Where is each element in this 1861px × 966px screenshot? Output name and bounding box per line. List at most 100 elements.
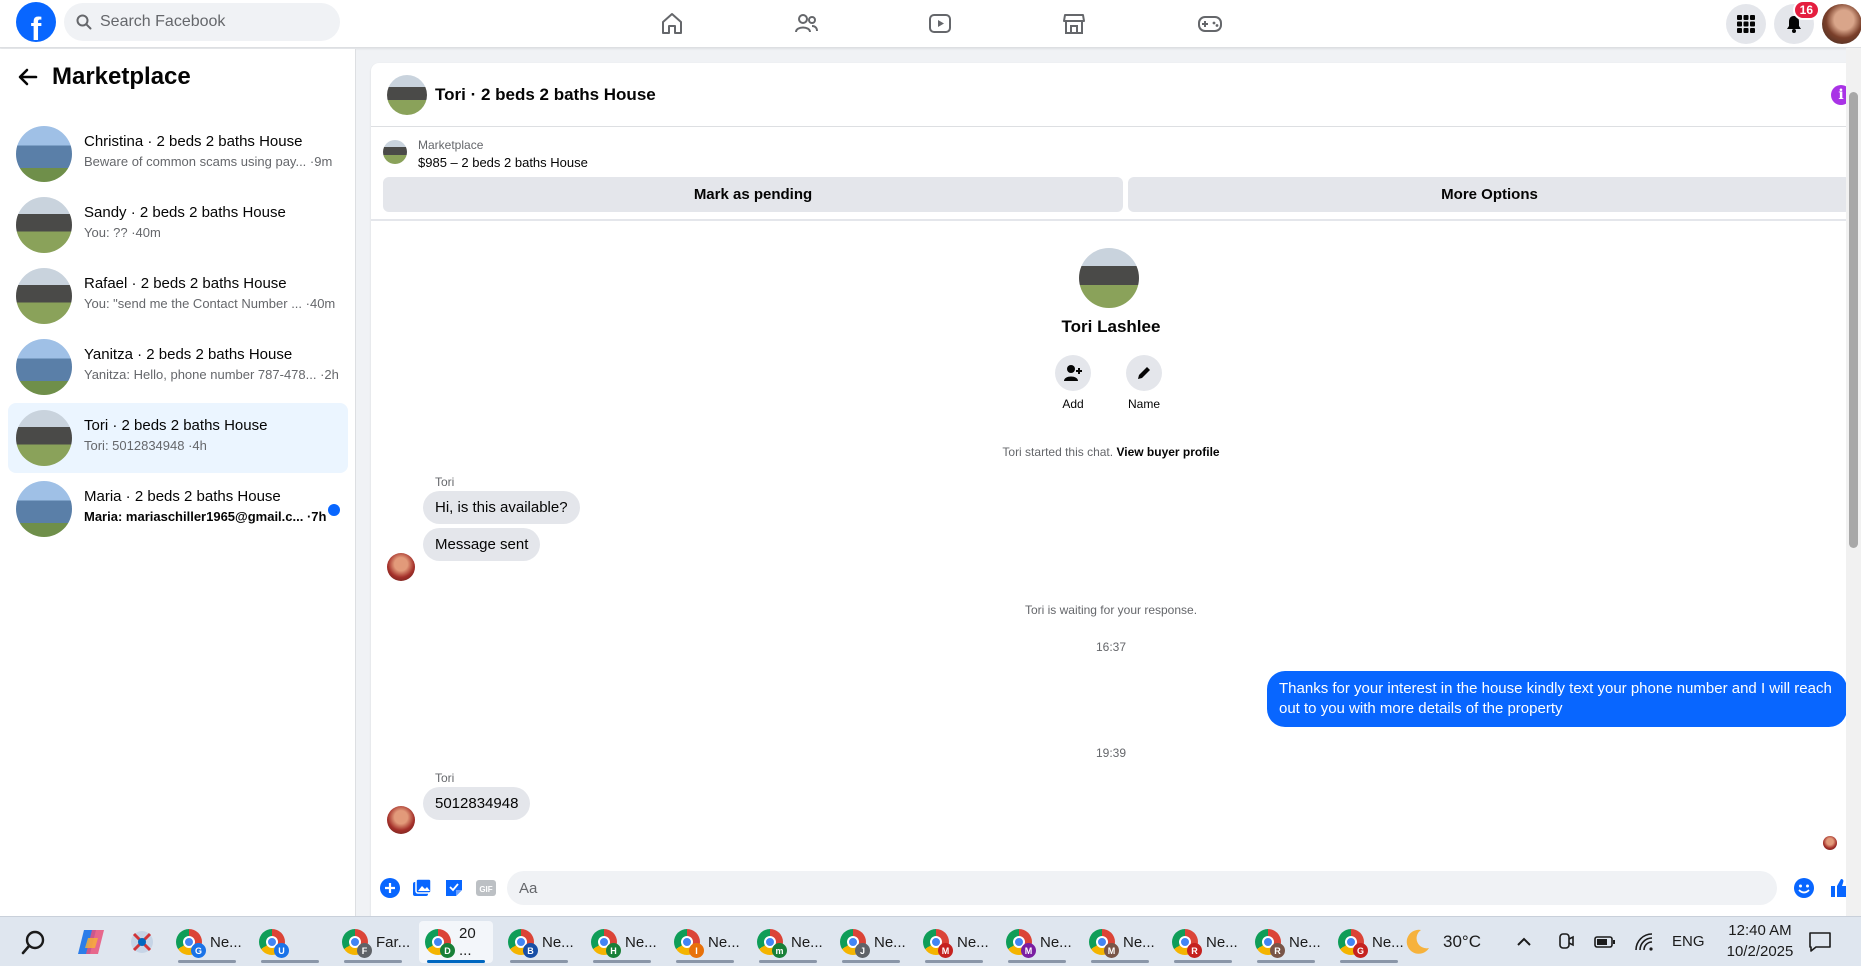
scrollbar-thumb[interactable]	[1849, 92, 1858, 548]
outgoing-message[interactable]: Thanks for your interest in the house ki…	[1267, 671, 1847, 727]
add-friend-action[interactable]: Add	[1033, 355, 1113, 411]
taskbar-chrome-window[interactable]: R Ne...	[1166, 921, 1240, 963]
sidebar-title: Marketplace	[52, 63, 191, 90]
timestamp: 19:39	[1095, 746, 1127, 760]
search-box[interactable]	[64, 3, 340, 41]
nickname-action[interactable]: Name	[1104, 355, 1184, 411]
taskbar-chrome-window[interactable]: D 20 ...	[419, 921, 493, 963]
nav-video[interactable]	[910, 0, 970, 48]
taskbar-chrome-window[interactable]: J Ne...	[834, 921, 908, 963]
profile-badge: R	[1270, 943, 1285, 958]
taskbar-snipping-tool[interactable]	[122, 921, 162, 963]
profile-badge: M	[1021, 943, 1036, 958]
nav-marketplace[interactable]	[1044, 0, 1104, 48]
incoming-message[interactable]: 5012834948	[423, 787, 531, 820]
taskbar-chrome-window[interactable]: G Ne...	[170, 921, 244, 963]
mark-as-pending-button[interactable]: Mark as pending	[383, 177, 1123, 212]
running-indicator	[759, 960, 817, 963]
more-actions-button[interactable]	[379, 877, 401, 899]
windows-taskbar: G Ne... U F Far... D 20 ... B Ne... H Ne... I Ne... m…	[0, 916, 1861, 966]
profile-badge: J	[855, 943, 870, 958]
taskbar-chrome-window[interactable]: H Ne...	[585, 921, 659, 963]
taskbar-chrome-window[interactable]: M Ne...	[1000, 921, 1074, 963]
account-avatar[interactable]	[1822, 4, 1861, 44]
chat-listing-thumbnail[interactable]	[387, 75, 427, 115]
taskbar-search-button[interactable]	[14, 921, 54, 963]
menu-button[interactable]	[1726, 4, 1766, 44]
profile-badge: m	[772, 943, 787, 958]
taskbar-chrome-window[interactable]: F Far...	[336, 921, 410, 963]
listing-source-label: Marketplace	[418, 138, 484, 152]
wifi-icon[interactable]	[1634, 933, 1656, 951]
listing-thumbnail[interactable]	[383, 140, 407, 164]
taskbar-chrome-window[interactable]: I Ne...	[668, 921, 742, 963]
chrome-icon: F	[342, 929, 372, 958]
taskbar-chrome-window[interactable]: m Ne...	[751, 921, 825, 963]
grid-menu-icon	[1737, 15, 1755, 33]
profile-badge: G	[1353, 943, 1368, 958]
home-icon	[662, 13, 682, 34]
nav-gaming[interactable]	[1180, 0, 1240, 48]
gif-icon: GIF	[476, 880, 496, 896]
taskbar-chrome-window[interactable]: M Ne...	[1083, 921, 1157, 963]
running-indicator	[1174, 960, 1232, 963]
notifications-button[interactable]: 16	[1774, 0, 1820, 44]
battery-icon[interactable]	[1594, 933, 1616, 951]
chevron-up-icon[interactable]	[1515, 933, 1533, 951]
chrome-icon: R	[1255, 929, 1285, 958]
sender-avatar[interactable]	[387, 806, 415, 834]
view-buyer-profile-link[interactable]: View buyer profile	[1116, 445, 1219, 459]
taskbar-chrome-window[interactable]: G Ne...	[1332, 921, 1406, 963]
taskbar-chrome-window[interactable]: B Ne...	[502, 921, 576, 963]
waiting-notice: Tori is waiting for your response.	[1024, 603, 1198, 617]
running-indicator	[510, 960, 568, 963]
taskbar-copilot[interactable]	[70, 921, 112, 963]
language-indicator[interactable]: ENG	[1672, 933, 1705, 950]
back-arrow-icon[interactable]	[18, 67, 38, 87]
notification-center-icon[interactable]	[1808, 930, 1832, 954]
buyer-profile-picture[interactable]	[1079, 248, 1139, 308]
snipping-tool-icon	[131, 931, 153, 953]
conversation-listing-thumbnail	[16, 126, 72, 182]
profile-badge: M	[938, 943, 953, 958]
taskbar-chrome-window[interactable]: U	[253, 921, 327, 963]
meet-now-icon[interactable]	[1556, 932, 1576, 952]
facebook-logo-icon[interactable]: f	[16, 2, 56, 42]
message-sender-name: Tori	[435, 771, 455, 785]
taskbar-chrome-window[interactable]: R Ne...	[1249, 921, 1323, 963]
conversation-item[interactable]: Rafael · 2 beds 2 baths House You: "send …	[8, 261, 348, 331]
page-scrollbar[interactable]	[1846, 48, 1861, 916]
plus-circle-icon	[380, 878, 400, 898]
conversation-listing-thumbnail	[16, 410, 72, 466]
marketplace-inbox-sidebar: Marketplace Christina · 2 beds 2 baths H…	[0, 49, 356, 916]
conversation-item[interactable]: Tori · 2 beds 2 baths House Tori: 5012834…	[8, 403, 348, 473]
emoji-button[interactable]	[1793, 877, 1815, 899]
taskbar-chrome-window[interactable]: M Ne...	[917, 921, 991, 963]
conversation-item[interactable]: Sandy · 2 beds 2 baths House You: ?? ·40m	[8, 190, 348, 260]
sticker-button[interactable]	[443, 877, 465, 899]
incoming-message[interactable]: Hi, is this available?	[423, 491, 580, 524]
conversation-preview: You: ?? ·40m	[84, 225, 161, 240]
message-input[interactable]	[507, 871, 1777, 905]
gif-button[interactable]: GIF	[475, 877, 497, 899]
weather-temperature[interactable]: 30°C	[1443, 932, 1481, 952]
attach-photo-button[interactable]	[411, 877, 433, 899]
clock-date[interactable]: 10/2/2025	[1720, 943, 1800, 960]
listing-price-title[interactable]: $985 – 2 beds 2 baths House	[418, 155, 588, 170]
incoming-message[interactable]: Message sent	[423, 528, 541, 561]
running-indicator	[178, 960, 236, 963]
sender-avatar[interactable]	[387, 553, 415, 581]
search-input[interactable]	[100, 13, 320, 31]
running-indicator	[925, 960, 983, 963]
chat-panel: Tori · 2 beds 2 baths House i Marketplac…	[371, 63, 1851, 916]
nav-friends[interactable]	[776, 0, 836, 48]
clock-time[interactable]: 12:40 AM	[1720, 922, 1800, 939]
conversation-item[interactable]: Christina · 2 beds 2 baths House Beware o…	[8, 119, 348, 189]
chat-title[interactable]: Tori · 2 beds 2 baths House	[435, 85, 656, 105]
running-indicator	[1091, 960, 1149, 963]
conversation-item[interactable]: Yanitza · 2 beds 2 baths House Yanitza: H…	[8, 332, 348, 402]
more-options-button[interactable]: More Options	[1128, 177, 1851, 212]
conversation-title: Yanitza · 2 beds 2 baths House	[84, 346, 293, 363]
nav-home[interactable]	[642, 0, 702, 48]
conversation-item[interactable]: Maria · 2 beds 2 baths House Maria: maria…	[8, 474, 348, 544]
